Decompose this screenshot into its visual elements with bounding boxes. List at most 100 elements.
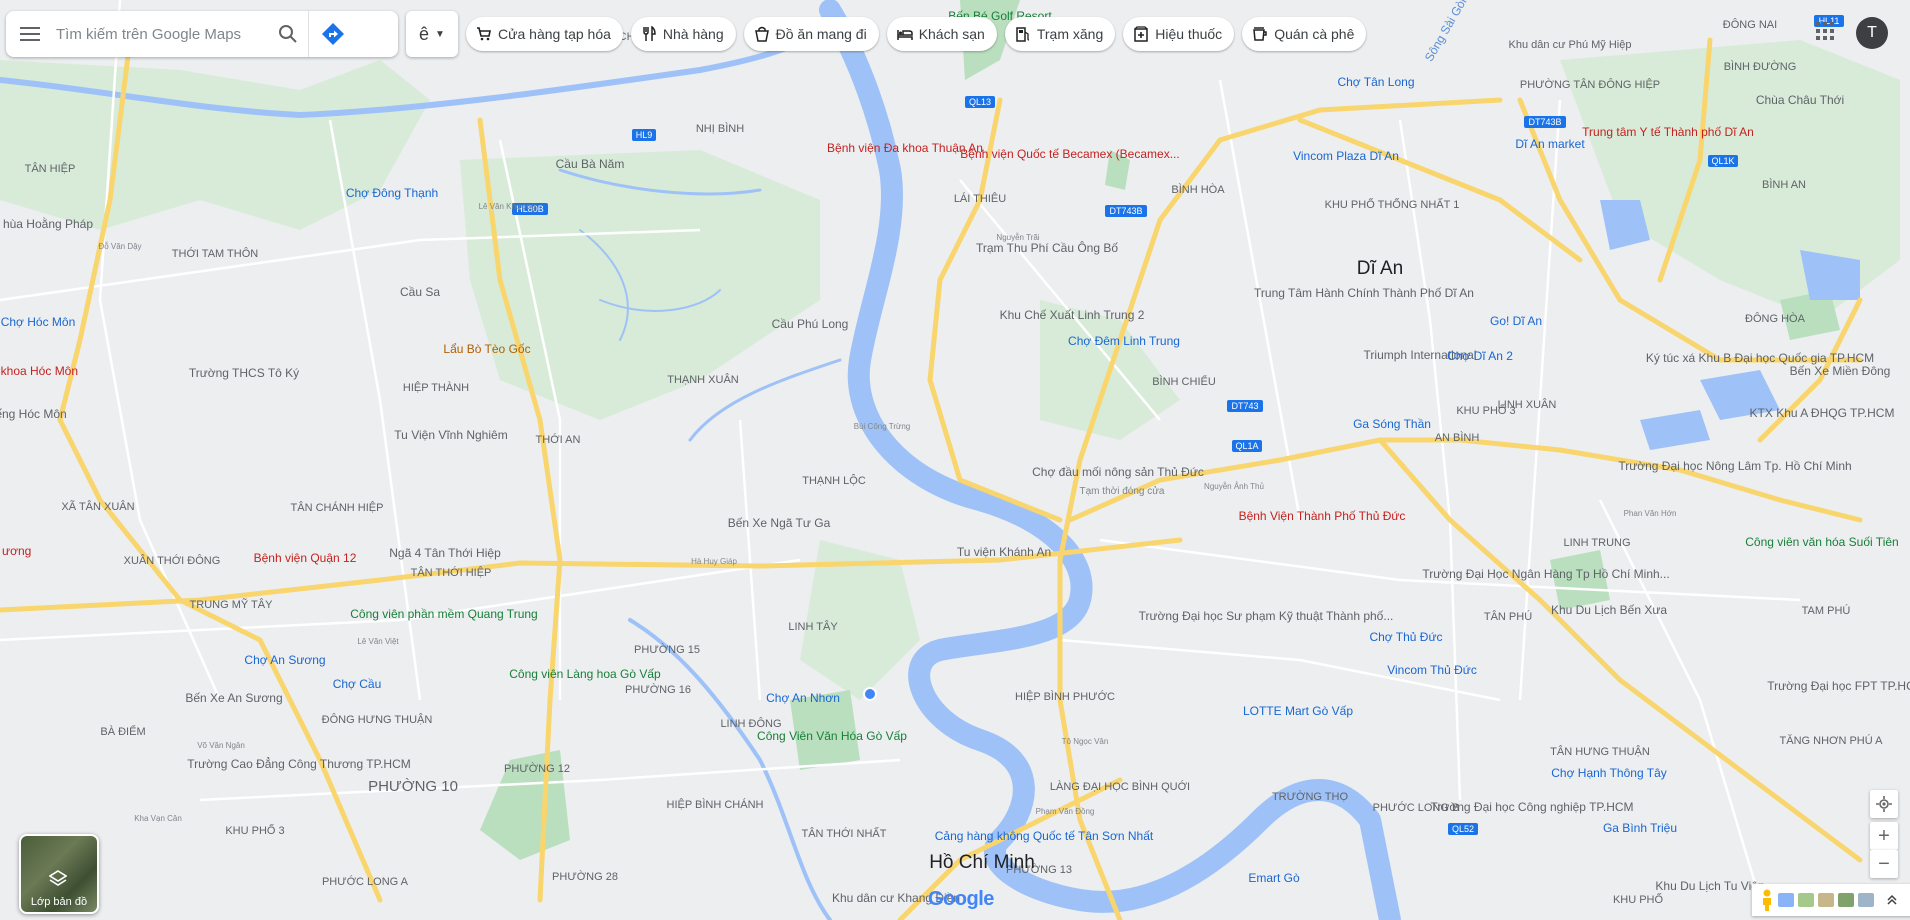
account-avatar[interactable]: T xyxy=(1856,17,1888,49)
map-label-hospital[interactable]: Trung tâm Y tế Thành phố Dĩ An xyxy=(1582,125,1754,139)
map-label-school[interactable]: Trường Cao Đẳng Công Thương TP.HCM xyxy=(187,756,410,771)
coffee-icon xyxy=(1253,27,1267,41)
map-label-shop[interactable]: Vincom Thủ Đức xyxy=(1387,663,1477,677)
map-label-poi[interactable]: Giếng Hóc Môn xyxy=(0,407,67,421)
map-label-hospital[interactable]: Đa khoa Hóc Môn xyxy=(0,364,78,378)
map-label-shop[interactable]: Dĩ An market xyxy=(1515,137,1585,151)
map-label-shop[interactable]: Emart Gò xyxy=(1248,871,1300,885)
map-label-poi[interactable]: Cầu Bà Năm xyxy=(556,157,625,171)
my-location-button[interactable] xyxy=(1870,790,1898,818)
map-label-city[interactable]: Hồ Chí Minh xyxy=(929,852,1035,873)
map-label-poi[interactable]: Trạm Thu Phí Cầu Ông Bố xyxy=(976,240,1118,255)
map-label-shop[interactable]: LOTTE Mart Gò Vấp xyxy=(1243,704,1353,718)
imagery-thumb-5[interactable] xyxy=(1858,893,1874,907)
map-label-city[interactable]: Dĩ An xyxy=(1357,258,1403,279)
chip-grocery[interactable]: Cửa hàng tạp hóa xyxy=(466,17,623,51)
map-label-shop[interactable]: Chợ Tân Long xyxy=(1337,75,1414,89)
map-label-transit[interactable]: Ga Bình Triệu xyxy=(1603,821,1677,835)
imagery-thumb-4[interactable] xyxy=(1838,893,1854,907)
map-label-poi[interactable]: Khu Du Lịch Bến Xưa xyxy=(1551,603,1667,617)
map-label-poi[interactable]: Khu Chế Xuất Linh Trung 2 xyxy=(1000,308,1145,322)
map-label-school[interactable]: Trường Đại học FPT TP.HCM xyxy=(1767,679,1910,693)
map-label-poi[interactable]: Tu Viện Vĩnh Nghiêm xyxy=(394,428,507,442)
chip-coffee[interactable]: Quán cà phê xyxy=(1242,17,1367,51)
map-label-school[interactable]: Trường Đại Học Ngân Hàng Tp Hồ Chí Minh.… xyxy=(1422,567,1669,581)
map-label-shop[interactable]: Vincom Plaza Dĩ An xyxy=(1293,149,1399,163)
directions-button[interactable] xyxy=(308,11,357,57)
chip-gas[interactable]: Trạm xăng xyxy=(1004,17,1116,51)
apps-grid-icon[interactable] xyxy=(1816,22,1834,40)
map-label-shop[interactable]: Chợ Hóc Môn xyxy=(1,315,76,329)
map-label-hospital[interactable]: Bệnh Viện Thành Phố Thủ Đức xyxy=(1239,509,1406,523)
chip-label: Cửa hàng tạp hóa xyxy=(498,26,611,42)
map-canvas[interactable]: Bến Bé Golf ResortKhu dân cư Phú Mỹ Hiệp… xyxy=(0,0,1910,920)
map-label-shop[interactable]: Chợ Hạnh Thông Tây xyxy=(1551,766,1667,780)
map-label-shop[interactable]: Chợ An Sương xyxy=(244,653,325,667)
map-label-hospital[interactable]: Tế ương xyxy=(0,544,31,558)
map-label-poi[interactable]: hùa Hoằng Pháp xyxy=(3,216,93,231)
map-label-poi[interactable]: Bến Xe An Sương xyxy=(185,691,282,705)
map-label-hospital[interactable]: Bệnh viện Quận 12 xyxy=(254,551,357,565)
layers-button[interactable]: Lớp bản đồ xyxy=(19,834,99,914)
map-label-poi[interactable]: Chợ đầu mối nông sản Thủ Đức xyxy=(1032,465,1204,479)
chip-hotel[interactable]: Khách sạn xyxy=(886,17,997,51)
map-label-poi[interactable]: Cầu Sa xyxy=(400,285,440,299)
map-label-transit[interactable]: Cảng hàng không Quốc tế Tân Sơn Nhất xyxy=(935,829,1154,843)
map-label-transit[interactable]: Ga Sóng Thần xyxy=(1353,417,1431,431)
map-label-poi[interactable]: KTX Khu A ĐHQG TP.HCM xyxy=(1750,406,1895,420)
chip-label: Nhà hàng xyxy=(662,26,724,42)
map-label-shop[interactable]: Chợ Đêm Linh Trung xyxy=(1068,334,1180,348)
map-label-poi[interactable]: Ngã 4 Tân Thới Hiệp xyxy=(389,546,501,560)
map-label-hospital[interactable]: Bệnh viện Quốc tế Becamex (Becamex... xyxy=(960,147,1179,161)
map-label-school[interactable]: Trường THCS Tô Ký xyxy=(189,366,299,380)
map-label-shop[interactable]: Chợ Đông Thạnh xyxy=(346,186,438,200)
zoom-in-button[interactable]: + xyxy=(1870,822,1898,850)
map-label-poi[interactable]: Bến Xe Miền Đông xyxy=(1790,364,1891,378)
map-label-area: TRƯỜNG THỌ xyxy=(1272,790,1349,803)
zoom-out-button[interactable]: − xyxy=(1870,850,1898,878)
map-label-park[interactable]: Công viên văn hóa Suối Tiên xyxy=(1745,535,1898,549)
imagery-thumb-3[interactable] xyxy=(1818,893,1834,907)
map-label-poi[interactable]: Bến Xe Ngã Tư Ga xyxy=(728,516,831,530)
map-label-poi[interactable]: Cầu Phú Long xyxy=(772,317,849,331)
chip-label: Hiệu thuốc xyxy=(1155,26,1223,42)
map-label-park[interactable]: Công Viên Văn Hóa Gò Vấp xyxy=(757,729,907,743)
map-label-area: TĂNG NHƠN PHÚ A xyxy=(1780,734,1884,747)
road-shield: QL1K xyxy=(1708,155,1738,167)
map-label-shop[interactable]: Chợ Dĩ An 2 xyxy=(1447,349,1513,363)
map-label-area: PHƯỜNG 15 xyxy=(634,643,700,656)
map-label-park[interactable]: Công viên phần mềm Quang Trung xyxy=(350,607,537,621)
map-label-area: THẠNH XUÂN xyxy=(667,373,739,386)
map-label-shop[interactable]: Chợ An Nhơn xyxy=(766,691,840,705)
map-label-poi[interactable]: Trung Tâm Hành Chính Thành Phố Dĩ An xyxy=(1254,286,1474,300)
layers-label: Lớp bản đồ xyxy=(30,896,88,908)
chip-restaurant[interactable]: Nhà hàng xyxy=(630,17,736,51)
map-label-shop[interactable]: Go! Dĩ An xyxy=(1490,314,1542,328)
chip-label: Khách sạn xyxy=(918,26,985,42)
search-input[interactable] xyxy=(54,24,268,44)
map-label-food[interactable]: Lẩu Bò Tèo Gốc xyxy=(443,342,530,356)
chip-pharmacy[interactable]: Hiệu thuốc xyxy=(1123,17,1235,51)
imagery-thumb-1[interactable] xyxy=(1778,893,1794,907)
map-label-school[interactable]: Trường Đại học Sư phạm Kỹ thuật Thành ph… xyxy=(1139,609,1394,623)
map-label-area: TÂN CHÁNH HIỆP xyxy=(291,501,384,514)
map-label-area: THỚI AN xyxy=(536,433,581,446)
map-label-school[interactable]: Trường Đại học Công nghiệp TP.HCM xyxy=(1430,800,1633,814)
map-label-poi[interactable]: Khu Du Lịch Tu Viện xyxy=(1655,879,1764,893)
map-label-park[interactable]: Công viên Làng hoa Gò Vấp xyxy=(509,667,661,681)
map-label-shop[interactable]: Chợ Thủ Đức xyxy=(1369,630,1442,644)
menu-button[interactable] xyxy=(6,11,54,57)
svg-text:HL9: HL9 xyxy=(636,130,653,140)
map-label-poi[interactable]: Ký túc xá Khu B Đại học Quốc gia TP.HCM xyxy=(1646,351,1874,365)
chip-takeout[interactable]: Đồ ăn mang đi xyxy=(743,17,879,51)
map-label-shop[interactable]: Chợ Cầu xyxy=(333,677,382,691)
map-label-poi[interactable]: Tu viện Khánh An xyxy=(957,545,1051,559)
map-label-school[interactable]: Trường Đại học Nông Lâm Tp. Hồ Chí Minh xyxy=(1618,459,1851,473)
map-label-poi[interactable]: Chùa Châu Thới xyxy=(1756,93,1844,107)
pegman-icon[interactable] xyxy=(1760,889,1774,911)
search-button[interactable] xyxy=(268,11,308,57)
input-tools-button[interactable]: ê ▼ xyxy=(406,11,458,57)
imagery-thumb-2[interactable] xyxy=(1798,893,1814,907)
chevron-up-icon[interactable] xyxy=(1886,894,1898,906)
svg-text:DT743B: DT743B xyxy=(1109,206,1142,216)
